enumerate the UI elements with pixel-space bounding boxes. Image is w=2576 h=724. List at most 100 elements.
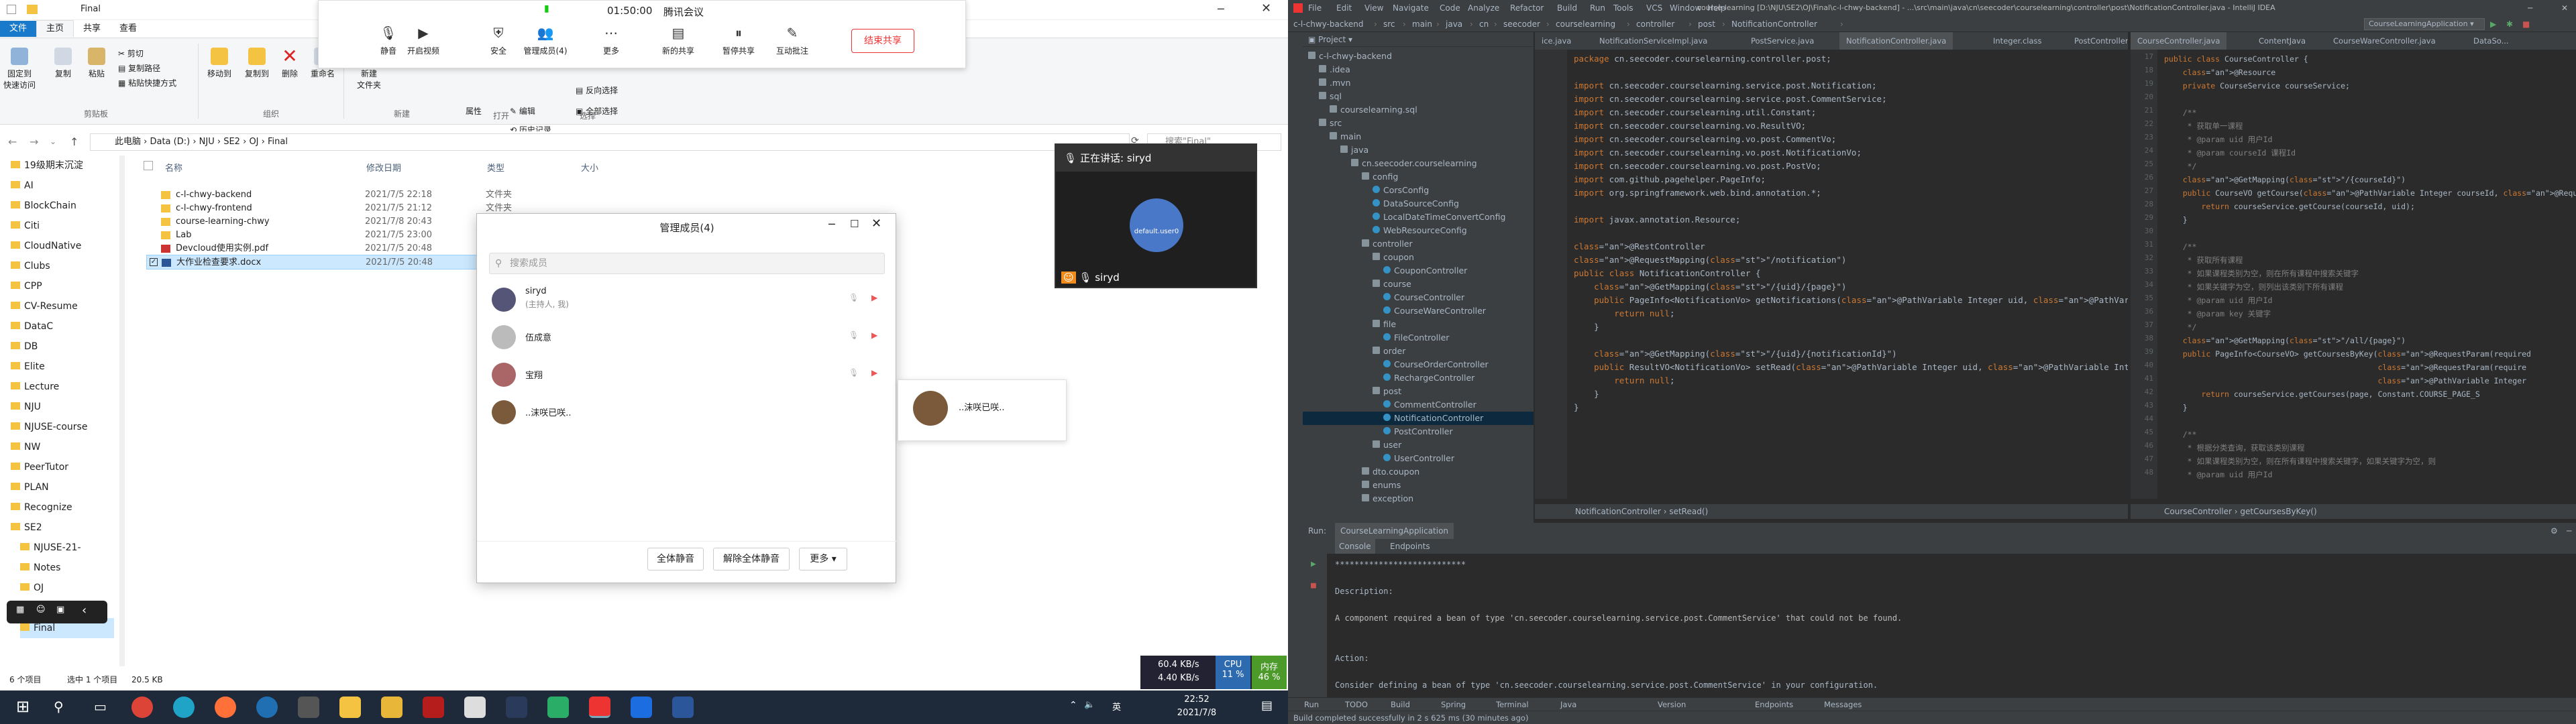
maximize-icon[interactable]: ☐ [850, 218, 859, 230]
nav-item[interactable]: CPP [11, 276, 42, 296]
paste-shortcut-button[interactable]: ▦ 粘贴快捷方式 [118, 76, 176, 90]
project-tree-item[interactable]: CourseController [1303, 291, 1534, 304]
editor-tab[interactable]: CourseWareController.java [2326, 32, 2443, 50]
chrome-icon[interactable] [131, 697, 153, 718]
project-panel-header[interactable]: ▣ Project ▾ [1303, 32, 1534, 47]
breadcrumb-item[interactable]: Data (D:) [150, 137, 190, 147]
explorer-icon[interactable] [339, 697, 361, 718]
project-tree-item[interactable]: enums [1303, 479, 1534, 492]
close-icon[interactable]: ✕ [871, 217, 881, 231]
project-tree-item[interactable]: CommentController [1303, 398, 1534, 412]
crumb-method[interactable]: getCoursesByKey() [2240, 507, 2316, 516]
move-to-button[interactable]: 移动到 [201, 48, 237, 79]
project-tree-item[interactable]: CouponController [1303, 264, 1534, 278]
breadcrumb-item[interactable]: Final [268, 137, 288, 147]
address-bar[interactable]: 此电脑 › Data (D:) › NJU › SE2 › OJ › Final [90, 133, 1130, 151]
project-tree-item[interactable]: CorsConfig [1303, 184, 1534, 197]
nav-item[interactable]: NJU [11, 397, 41, 417]
crumb-method[interactable]: setRead() [1669, 507, 1708, 516]
close-icon[interactable]: ✕ [2561, 0, 2568, 16]
rerun-icon[interactable]: ▶ [1311, 559, 1316, 569]
nav-item[interactable]: BlockChain [11, 196, 76, 216]
breadcrumb-item[interactable]: NotificationController [1731, 16, 1817, 32]
pause-share-button[interactable]: ⏸ 暂停共享 [712, 25, 765, 56]
project-tree-item[interactable]: CourseOrderController [1303, 358, 1534, 371]
clock-date[interactable]: 2021/7/8 [1163, 708, 1230, 718]
code-editor[interactable]: package cn.seecoder.courselearning.contr… [1535, 50, 2128, 499]
project-tree-item[interactable]: dto.coupon [1303, 465, 1534, 479]
editor-tab[interactable]: ice.java [1535, 32, 1578, 50]
project-tree-item[interactable]: RechargeController [1303, 371, 1534, 385]
breadcrumb-item[interactable]: src [1383, 16, 1395, 32]
pin-quick-access-button[interactable]: 固定到 快速访问 [3, 48, 36, 90]
mic-icon[interactable]: 🎙 [849, 368, 859, 377]
menu-item[interactable]: File [1308, 0, 1322, 16]
camera-off-icon[interactable]: ▶ [871, 293, 877, 302]
recent-dropdown-icon[interactable]: ⌄ [50, 137, 56, 146]
project-tree-item[interactable]: exception [1303, 492, 1534, 505]
edge-icon[interactable] [173, 697, 195, 718]
file-row[interactable]: ✓ 大作业检查要求.docx 2021/7/5 20:48 [146, 255, 522, 269]
menu-item[interactable]: View [1364, 0, 1383, 16]
project-tree-item[interactable]: java [1303, 143, 1534, 157]
breadcrumb-item[interactable]: cn [1479, 16, 1489, 32]
member-row[interactable]: 伍成意 🎙 ▶ [486, 318, 889, 356]
project-tree-item[interactable]: .idea [1303, 63, 1534, 76]
nav-item[interactable]: Elite [11, 357, 45, 377]
column-size[interactable]: 大小 [581, 161, 598, 174]
camera-off-icon[interactable]: ▶ [871, 330, 877, 340]
project-tree-item[interactable]: courselearning.sql [1303, 103, 1534, 117]
member-row[interactable]: ..沫咲已咲.. [486, 394, 889, 431]
tab-file[interactable]: 文件 [0, 21, 37, 37]
nav-item[interactable]: DB [11, 337, 38, 357]
pdf-icon[interactable] [423, 697, 444, 718]
notepad-icon[interactable] [464, 697, 486, 718]
project-tree-item[interactable]: post [1303, 385, 1534, 398]
menu-item[interactable]: Tools [1613, 0, 1633, 16]
project-tree-item[interactable]: src [1303, 117, 1534, 130]
project-tree-item[interactable]: sql [1303, 90, 1534, 103]
stop-icon[interactable]: ■ [1311, 581, 1316, 591]
menu-item[interactable]: Edit [1336, 0, 1352, 16]
nav-item[interactable]: NJUSE-21- [20, 538, 81, 558]
minimize-icon[interactable]: ─ [2528, 0, 2532, 16]
security-button[interactable]: ⛨ 安全 [472, 25, 525, 56]
project-tree-item[interactable]: UserController [1303, 452, 1534, 465]
project-tree-item[interactable]: cn.seecoder.courselearning [1303, 157, 1534, 170]
project-tree-item[interactable]: DataSourceConfig [1303, 197, 1534, 210]
nav-item[interactable]: Lecture [11, 377, 59, 397]
run-config-select[interactable]: CourseLearningApplication ▾ [2364, 18, 2485, 30]
camera-off-icon[interactable]: ▶ [871, 368, 877, 377]
tool-window-tab[interactable]: Messages [1824, 698, 1862, 711]
member-row[interactable]: siryd (主持人, 我) 🎙 ▶ [486, 281, 889, 318]
breadcrumb-item[interactable]: OJ [249, 137, 258, 147]
crumb-class[interactable]: NotificationController [1575, 507, 1661, 516]
clock-time[interactable]: 22:52 [1163, 695, 1230, 705]
project-tree-item[interactable]: main [1303, 130, 1534, 143]
crumb-class[interactable]: CourseController [2164, 507, 2232, 516]
tool-window-tab[interactable]: Spring [1441, 698, 1466, 711]
app-icon[interactable] [506, 697, 527, 718]
nav-item[interactable]: Recognize [11, 497, 72, 518]
tool-window-tab[interactable]: Terminal [1496, 698, 1529, 711]
file-row[interactable]: Devcloud使用实例.pdf 2021/7/5 20:48 [146, 241, 522, 256]
gear-icon[interactable]: ⚙ [2551, 523, 2558, 539]
annotate-button[interactable]: ✎ 互动批注 [765, 25, 819, 56]
nav-item[interactable]: Notes [20, 558, 60, 578]
row-checkbox[interactable]: ✓ [150, 258, 158, 266]
project-tree-item[interactable]: NotificationController [1303, 412, 1534, 425]
project-tree-item[interactable]: LocalDateTimeConvertConfig [1303, 210, 1534, 224]
wechat-icon[interactable] [547, 697, 569, 718]
tab-console[interactable]: Console [1335, 539, 1375, 554]
column-date[interactable]: 修改日期 [366, 161, 401, 174]
console-output[interactable]: *************************** Description: A… [1330, 554, 2576, 701]
project-tree-item[interactable]: c-l-chwy-backend [1303, 50, 1534, 63]
end-share-button[interactable]: 结束共享 [851, 29, 914, 53]
edit-button[interactable]: ✎ 编辑 [510, 105, 535, 117]
nav-item[interactable]: SE2 [11, 518, 42, 538]
tool-window-tab[interactable]: TODO [1345, 698, 1368, 711]
editor-tab[interactable]: ContentJava [2252, 32, 2312, 50]
run-config-tab[interactable]: CourseLearningApplication [1335, 523, 1454, 539]
minimize-icon[interactable]: ─ [828, 218, 835, 231]
nav-item[interactable]: 19级期末沉淀 [11, 156, 83, 176]
